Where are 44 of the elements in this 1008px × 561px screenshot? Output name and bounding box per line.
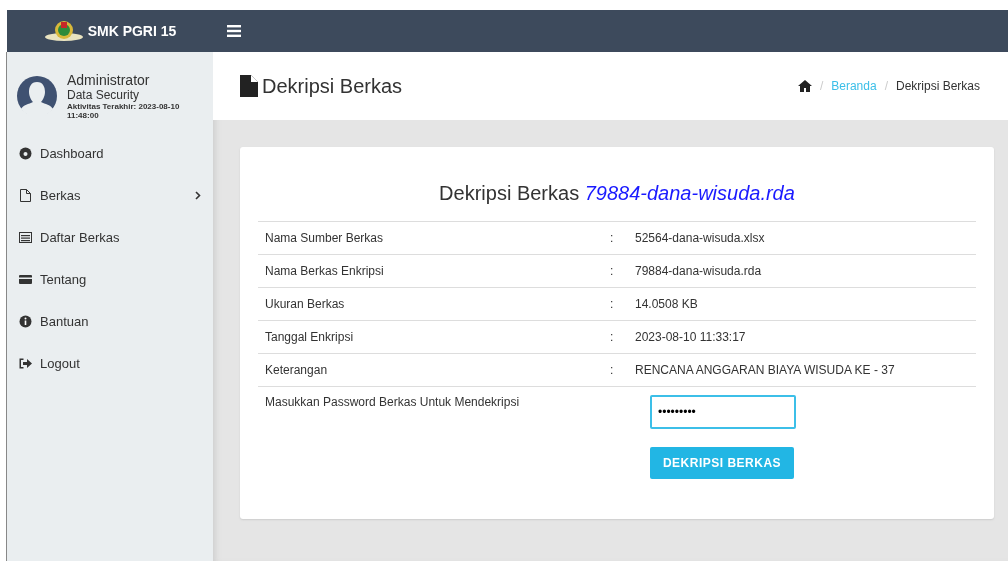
table-cell-text: Nama Sumber Berkas <box>264 231 385 245</box>
menu-icon[interactable] <box>227 25 241 37</box>
page-title: Dekripsi Berkas <box>262 74 403 98</box>
table-cell: 14.0508 KB <box>635 297 698 311</box>
card-icon <box>19 272 32 286</box>
table-cell: 2023-08-10 11:33:17 <box>635 330 746 344</box>
last-activity: Aktivitas Terakhir: 2023-08-10 11:48:00 <box>67 102 181 120</box>
table-cell-text: : <box>610 231 615 245</box>
password-field[interactable]: ••••••••• <box>650 395 796 429</box>
sidebar-item[interactable]: Logout <box>7 342 213 384</box>
table-cell-text: : <box>610 363 615 377</box>
sidebar-item[interactable]: Berkas <box>7 174 213 216</box>
info-icon <box>19 314 32 328</box>
user-name: Administrator <box>67 72 151 88</box>
table-cell-text: : <box>610 264 615 278</box>
brand-title: SMK PGRI 15 <box>87 23 177 39</box>
password-label: Masukkan Password Berkas Untuk Mendekripsi <box>264 395 521 409</box>
list-icon <box>19 230 32 244</box>
sidebar-item[interactable]: Dashboard <box>7 132 213 174</box>
file-icon <box>240 75 258 97</box>
table-cell-text: Keterangan <box>264 363 329 377</box>
avatar-icon <box>17 76 57 116</box>
sidebar-item[interactable]: Tentang <box>7 258 213 300</box>
chevron-icon <box>195 190 201 200</box>
table-cell-text: : <box>610 297 615 311</box>
table-cell-text: Ukuran Berkas <box>264 297 346 311</box>
table-cell-text: Nama Berkas Enkripsi <box>264 264 385 278</box>
table-cell: 52564-dana-wisuda.xlsx <box>635 231 765 245</box>
breadcrumb-current: Dekripsi Berkas <box>895 79 980 93</box>
card-heading: Dekripsi Berkas 79884-dana-wisuda.rda <box>438 182 796 205</box>
logo-icon <box>43 19 84 43</box>
dashboard-icon <box>19 146 32 160</box>
sidebar-item[interactable]: Bantuan <box>7 300 213 342</box>
breadcrumb-separator: / <box>819 79 824 93</box>
user-role: Data Security <box>67 88 141 102</box>
table-cell: 79884-dana-wisuda.rda <box>635 264 762 278</box>
breadcrumb-separator: / <box>884 79 888 93</box>
logout-icon <box>19 356 32 370</box>
table-cell: RENCANA ANGGARAN BIAYA WISUDA KE - 37 <box>635 363 895 377</box>
file-icon <box>19 188 32 202</box>
home-icon[interactable] <box>797 80 812 92</box>
table-cell-text: : <box>610 330 615 344</box>
sidebar-item[interactable]: Daftar Berkas <box>7 216 213 258</box>
table-cell-text: Tanggal Enkripsi <box>264 330 355 344</box>
